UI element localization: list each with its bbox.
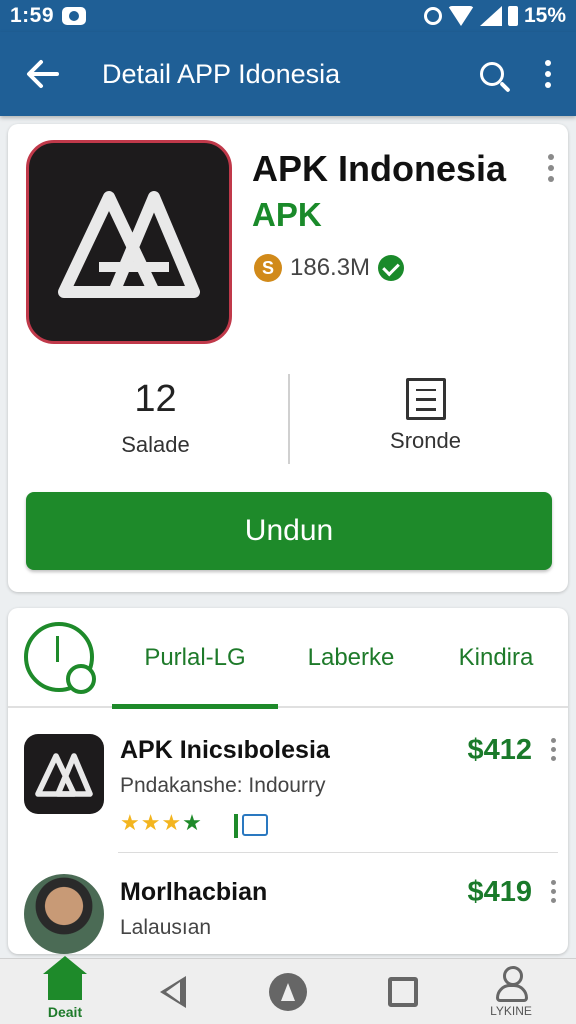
divider [118,852,558,853]
more-options-button[interactable] [520,32,576,116]
tab-bar: Purlal-LG Laberke Kindira [8,608,568,709]
nav-recents[interactable] [358,959,448,1024]
back-button[interactable] [12,32,72,116]
clock-tab-icon[interactable] [24,622,96,694]
app-list-card: Purlal-LG Laberke Kindira APK Inicsıbole… [8,608,568,954]
stat-divider [288,374,290,464]
coin-icon: S [254,254,282,282]
stat-label: Salade [121,432,190,457]
tab-purlal[interactable]: Purlal-LG [112,608,278,708]
nav-home[interactable]: Deait [20,956,110,1024]
battery-icon [507,6,518,26]
item-more-icon[interactable] [551,738,556,761]
wifi-icon [447,6,474,26]
item-more-icon[interactable] [551,880,556,903]
search-button[interactable] [464,32,520,116]
person-icon [494,966,528,1002]
rating-stars: ★★★★ [120,810,203,835]
app-icon [24,734,104,814]
notification-icon [62,7,87,25]
back-triangle-icon [160,976,186,1008]
nav-home-label: Deait [47,1004,83,1020]
item-title: Morlhacbian [120,878,268,906]
document-icon [405,378,446,420]
stat-salade: 12 Salade [28,374,283,464]
item-price: $412 [467,734,532,766]
nav-profile[interactable]: LYKINE [466,959,556,1024]
item-subtitle: Lalausıan [120,916,212,939]
download-button[interactable]: Undun [26,492,552,570]
item-title: APK Inicsıbolesia [120,736,330,764]
status-time: 1:59 [10,4,55,27]
signal-icon [479,6,502,26]
app-size: 186.3M [290,254,371,281]
tab-kindira[interactable]: Kindira [428,608,564,708]
item-price: $419 [467,876,532,908]
app-detail-card: APK Indonesia APK S 186.3M 12 Salade Sro… [8,124,568,592]
stat-sronde: Sronde [298,374,553,464]
search-icon [480,62,504,86]
alarm-icon [423,7,442,25]
tab-laberke[interactable]: Laberke [280,608,422,708]
page-title: Detail APP Idonesia [102,58,341,89]
bottom-nav: Deait LYKINE [0,956,576,1024]
app-subtitle: APK [252,196,322,233]
card-more-icon[interactable] [548,154,554,182]
status-icons: 15% [423,4,566,28]
avatar [24,874,104,954]
app-meta: S 186.3M [254,254,405,282]
nav-explore[interactable] [243,959,333,1024]
battery-percent: 15% [523,4,566,27]
verified-icon [378,255,405,281]
home-icon [43,956,87,1000]
app-logo-icon [26,140,232,344]
compass-icon [269,973,307,1011]
tab-indicator [112,704,278,709]
stat-label: Sronde [390,428,461,453]
status-bar: 1:59 15% [0,0,576,32]
back-arrow-icon [27,60,59,88]
more-vert-icon [545,60,551,88]
stat-value: 12 [134,378,177,420]
square-icon [388,977,418,1007]
nav-back[interactable] [128,959,218,1024]
list-item[interactable]: APK Inicsıbolesia Pndakanshe: Indourry $… [8,718,568,858]
app-name: APK Indonesia [252,148,507,189]
item-subtitle: Pndakanshe: Indourry [120,774,326,797]
badge-icon [234,814,268,838]
nav-profile-label: LYKINE [490,1004,532,1018]
app-bar: Detail APP Idonesia [0,32,576,116]
